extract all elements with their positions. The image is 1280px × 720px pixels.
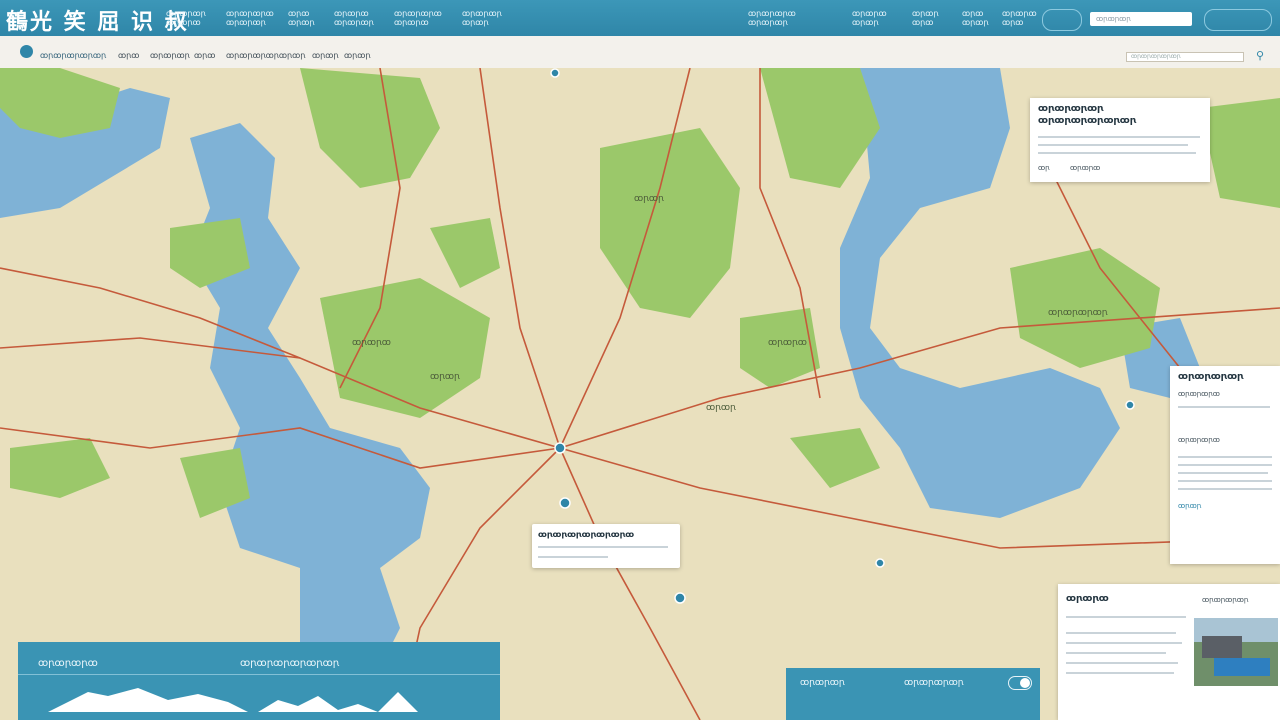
text-line [1066,616,1186,618]
card-subtitle: ꝏꞃꝏꞃꝏꞃꝏꞃꝏꞃꝏꞃ [1038,116,1137,126]
top-action-button[interactable] [1204,9,1272,31]
card-label: ꝏꞃꝏꞃꝏꞃꝏꞃ [1202,596,1249,604]
text-line [538,556,608,558]
card-link[interactable]: ꝏꞃꝏꞃ [1178,502,1201,510]
card-subtitle: ꝏꞃꝏꞃꝏꞃꝏ [1178,390,1220,398]
text-line [1066,662,1178,664]
map-popup: ꝏꞃꝏꞃꝏꞃꝏꞃꝏꞃꝏꞃꝏ [532,524,680,568]
sub-nav-item-1[interactable]: ꝏꞃꝏ [118,51,139,60]
text-line [1066,672,1174,674]
text-line [1178,464,1272,466]
card-title: ꝏꞃꝏꞃꝏ [1066,594,1109,604]
map-marker[interactable] [559,497,571,509]
text-line [1178,480,1272,482]
app-logo[interactable]: 鶴光 笑 屈 识 叔 [6,4,189,36]
map-label: ꝏꞃꝏꞃꝏꞃꝏꞃ [1048,308,1108,318]
text-line [1066,642,1182,644]
profile-right [258,692,418,712]
photo-building [1202,636,1242,658]
map-label: ꝏꞃꝏꞃꝏ [352,338,391,348]
location-photo[interactable] [1194,618,1278,686]
panel-right-label: ꝏꞃꝏꞃꝏꞃꝏꞃ [904,678,964,688]
top-nav-item-6[interactable]: ꝏꞃꝏꞃꝏꞃ ꝏꞃꝏꞃ [462,9,522,27]
panel-left-label: ꝏꞃꝏꞃꝏꞃ [800,678,845,688]
elevation-profile [48,688,418,712]
text-line [1178,456,1272,458]
card-subtitle: ꝏꞃꝏꞃꝏꞃꝏ [1178,436,1220,444]
profile-left [48,688,248,712]
map-marker[interactable] [1125,400,1135,410]
top-nav-item-1[interactable]: ꝏꞃꝏꞃꝏꞃ ꝏꞃꝏꞃꝏ [166,9,226,27]
top-nav-item-4[interactable]: ꝏꞃꝏꞃꝏ ꝏꞃꝏꞃꝏꞃ [334,9,394,27]
map-label: ꝏꞃꝏꞃ [706,403,736,413]
search-icon[interactable]: ⚲ [1256,49,1264,62]
top-nav-item-2[interactable]: ꝏꞃꝏꞃꝏꞃꝏ ꝏꞃꝏꞃꝏꞃ [226,9,286,27]
text-line [1038,144,1188,146]
card-title: ꝏꞃꝏꞃꝏꞃꝏꞃ [1038,104,1104,114]
text-line [1038,136,1200,138]
info-card-bottom-right: ꝏꞃꝏꞃꝏ ꝏꞃꝏꞃꝏꞃꝏꞃ [1058,584,1280,720]
text-line [1178,488,1272,490]
text-line [1178,472,1268,474]
sub-nav-item-5[interactable]: ꝏꞃꝏꞃ [312,51,338,60]
text-line [1066,632,1176,634]
text-line [1038,152,1196,154]
text-line [538,546,668,548]
map-label: ꝏꞃꝏꞃ [634,194,664,204]
top-bar: 鶴光 笑 屈 识 叔 ꝏꞃꝏꞃꝏꞃ ꝏꞃꝏꞃꝏ ꝏꞃꝏꞃꝏꞃꝏ ꝏꞃꝏꞃꝏꞃ ꝏꞃꝏ… [0,0,1280,36]
sub-nav-item-3[interactable]: ꝏꞃꝏ [194,51,215,60]
sub-bar: ꝏꞃꝏꞃꝏꞃꝏꞃꝏꞃ ꝏꞃꝏ ꝏꞃꝏꞃꝏꞃ ꝏꞃꝏ ꝏꞃꝏꞃꝏꞃꝏꞃꝏꞃꝏꞃ ꝏ… [0,36,1280,69]
sub-nav-item-6[interactable]: ꝏꞃꝏꞃ [344,51,370,60]
top-nav-item-7[interactable]: ꝏꞃꝏꞃꝏꞃꝏ ꝏꞃꝏꞃꝏꞃ [748,9,808,27]
map-marker[interactable] [554,442,566,454]
map-marker[interactable] [674,592,686,604]
bottom-left-panel: ꝏꞃꝏꞃꝏꞃꝏ ꝏꞃꝏꞃꝏꞃꝏꞃꝏꞃꝏꞃ [18,642,500,720]
map-marker[interactable] [550,68,560,78]
card-title: ꝏꞃꝏꞃꝏꞃꝏꞃ [1178,372,1244,382]
top-nav-item-8[interactable]: ꝏꞃꝏꞃꝏ ꝏꞃꝏꞃ [852,9,912,27]
card-action-2[interactable]: ꝏꞃꝏꞃꝏ [1070,164,1100,172]
info-card-top-right: ꝏꞃꝏꞃꝏꞃꝏꞃ ꝏꞃꝏꞃꝏꞃꝏꞃꝏꞃꝏꞃ ꝏꞃ ꝏꞃꝏꞃꝏ [1030,98,1210,182]
divider [18,674,500,675]
text-line [1066,652,1166,654]
top-nav-item-5[interactable]: ꝏꞃꝏꞃꝏꞃꝏ ꝏꞃꝏꞃꝏ [394,9,454,27]
info-card-right: ꝏꞃꝏꞃꝏꞃꝏꞃ ꝏꞃꝏꞃꝏꞃꝏ ꝏꞃꝏꞃꝏꞃꝏ ꝏꞃꝏꞃ [1170,366,1280,564]
popup-title: ꝏꞃꝏꞃꝏꞃꝏꞃꝏꞃꝏꞃꝏ [538,530,635,539]
bottom-mid-panel: ꝏꞃꝏꞃꝏꞃ ꝏꞃꝏꞃꝏꞃꝏꞃ [786,668,1040,720]
text-line [1178,406,1270,408]
map-label: ꝏꞃꝏꞃ [430,372,460,382]
brand-icon [20,45,33,58]
sub-nav-item-4[interactable]: ꝏꞃꝏꞃꝏꞃꝏꞃꝏꞃꝏꞃ [226,51,305,60]
sub-search-input[interactable]: ꝏꞃꝏꞃꝏꞃꝏꞃꝏꞃ [1126,52,1244,62]
card-action-1[interactable]: ꝏꞃ [1038,164,1050,172]
top-pill-button[interactable] [1042,9,1082,31]
panel-right-label: ꝏꞃꝏꞃꝏꞃꝏꞃꝏꞃꝏꞃ [240,658,340,669]
top-search-input[interactable]: ꝏꞃꝏꞃꝏꞃ [1090,12,1192,26]
layer-toggle[interactable] [1008,676,1032,690]
sub-nav-item-2[interactable]: ꝏꞃꝏꞃꝏꞃ [150,51,190,60]
brand-name[interactable]: ꝏꞃꝏꞃꝏꞃꝏꞃꝏꞃ [40,51,106,60]
panel-left-label: ꝏꞃꝏꞃꝏꞃꝏ [38,658,98,669]
map-label: ꝏꞃꝏꞃꝏ [768,338,807,348]
photo-pool [1214,658,1270,676]
map-marker[interactable] [875,558,885,568]
